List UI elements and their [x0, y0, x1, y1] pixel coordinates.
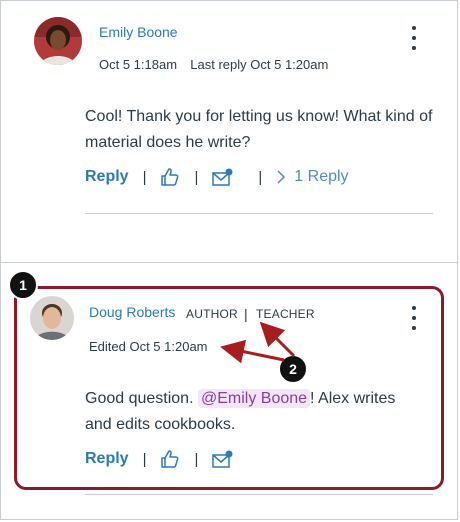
- second-reply-actions: Reply | |: [85, 449, 234, 469]
- mail-unread-icon[interactable]: [212, 449, 234, 469]
- separator: |: [194, 450, 199, 468]
- second-reply-kebab-menu-icon[interactable]: [410, 306, 418, 330]
- callout-2: 2: [278, 354, 308, 384]
- second-reply-body-start: Good question.: [85, 390, 198, 407]
- separator: |: [142, 168, 147, 186]
- first-reply-actions: Reply | | | 1 Reply: [85, 167, 349, 187]
- second-reply-body: Good question. @Emily Boone! Alex writes…: [85, 386, 425, 438]
- first-reply-kebab-menu-icon[interactable]: [410, 26, 418, 50]
- first-reply-replies-count: 1 Reply: [294, 168, 349, 185]
- first-reply-divider: [85, 213, 433, 214]
- mail-unread-icon[interactable]: [212, 167, 234, 187]
- second-reply-reply-button[interactable]: Reply: [85, 450, 129, 468]
- separator: |: [194, 168, 199, 186]
- first-reply-author[interactable]: Emily Boone: [99, 24, 178, 40]
- first-reply-last-reply: Last reply Oct 5 1:20am: [190, 57, 329, 72]
- chevron-right-icon: [277, 170, 286, 184]
- doug-roberts-avatar[interactable]: [30, 296, 74, 340]
- section-divider: [0, 262, 458, 263]
- first-reply-body: Cool! Thank you for letting us know! Wha…: [85, 108, 433, 151]
- mention-emily-boone[interactable]: @Emily Boone: [197, 389, 311, 408]
- thumbs-up-icon[interactable]: [160, 167, 180, 187]
- author-role-badge: AUTHOR: [186, 307, 238, 321]
- first-reply-replies-toggle[interactable]: 1 Reply: [276, 168, 349, 186]
- separator: |: [258, 168, 263, 186]
- teacher-role-badge: TEACHER: [256, 307, 315, 321]
- first-reply-date: Oct 5 1:18am: [99, 57, 178, 72]
- first-reply-dates: Oct 5 1:18am Last reply Oct 5 1:20am: [99, 57, 328, 72]
- role-separator: |: [244, 306, 248, 322]
- first-reply-reply-button[interactable]: Reply: [85, 168, 129, 186]
- thumbs-up-icon[interactable]: [160, 449, 180, 469]
- callout-1: 1: [8, 270, 38, 300]
- emily-boone-avatar[interactable]: [34, 17, 82, 65]
- second-reply-divider: [85, 494, 433, 495]
- second-reply-edited-date: Edited Oct 5 1:20am: [89, 339, 208, 354]
- second-reply-author[interactable]: Doug Roberts: [89, 304, 175, 320]
- separator: |: [142, 450, 147, 468]
